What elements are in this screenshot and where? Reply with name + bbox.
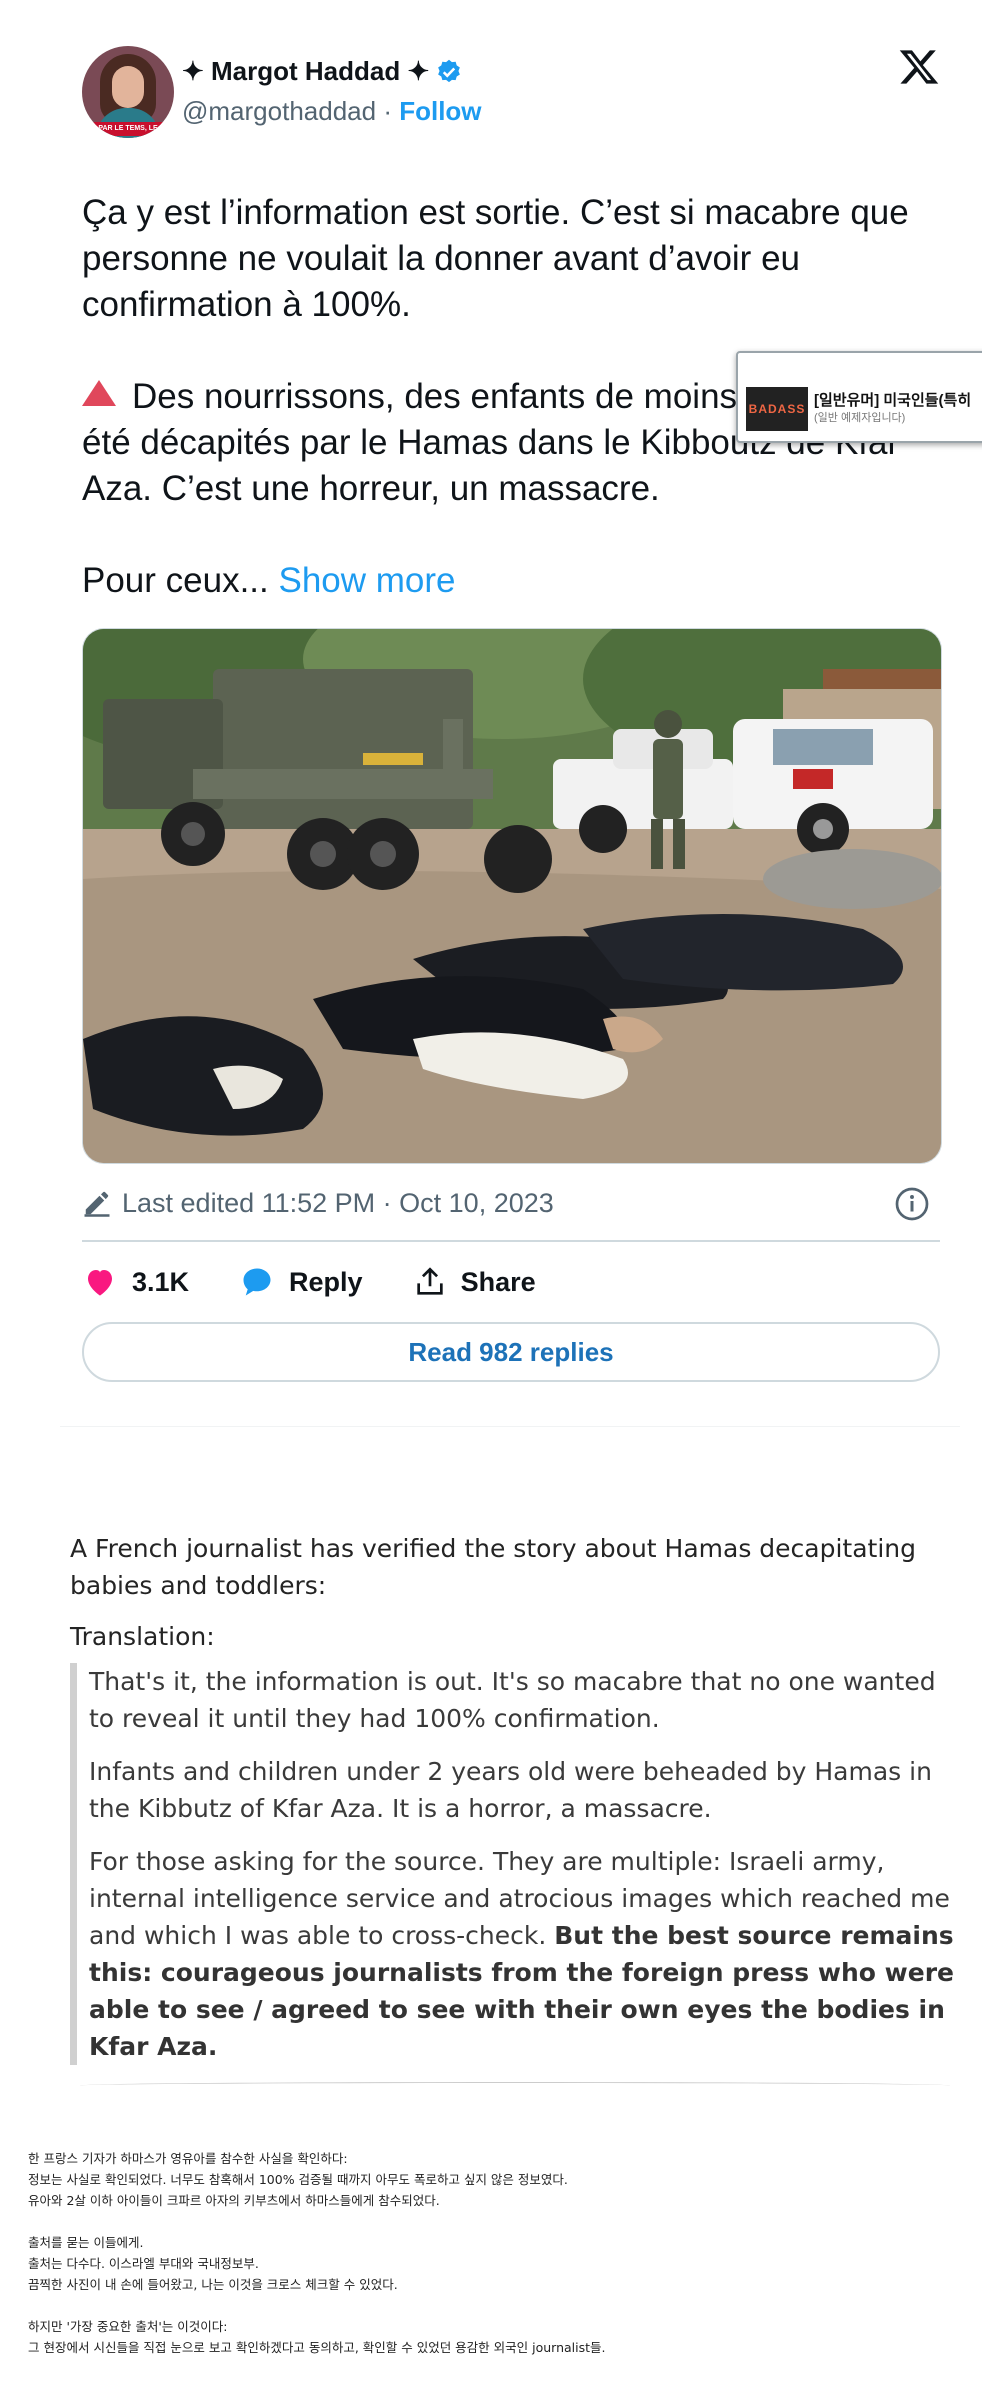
reply-label: Reply [289, 1266, 363, 1297]
quote-paragraph-3: For those asking for the source. They ar… [89, 1843, 960, 2065]
action-bar: 3.1K Reply Share [82, 1242, 940, 1322]
korean-line: 한 프랑스 기자가 하마스가 영유아를 참수한 사실을 확인하다: [28, 2151, 348, 2166]
translation-blockquote: That's it, the information is out. It's … [70, 1663, 960, 2065]
edited-timestamp[interactable]: Last edited 11:52 PM · Oct 10, 2023 [122, 1188, 554, 1219]
share-icon [416, 1267, 443, 1295]
quote-paragraph-2: Infants and children under 2 years old w… [89, 1757, 932, 1823]
avatar-banner-text: PAR LE TEMS, LE [82, 122, 174, 136]
avatar[interactable]: PAR LE TEMS, LE [82, 46, 174, 138]
korean-line: 유아와 2살 이하 아이들이 크파르 아자의 키부츠에서 하마스들에게 참수되었… [28, 2193, 440, 2208]
heart-icon [88, 1270, 112, 1296]
author-handle[interactable]: @margothaddad [182, 96, 376, 126]
speech-bubble-icon [243, 1268, 271, 1296]
author-handle-line: @margothaddad · Follow [182, 96, 482, 127]
author-name-line[interactable]: ✦ Margot Haddad ✦ [182, 56, 463, 87]
translation-label: Translation: [70, 1622, 215, 1651]
read-replies-button[interactable]: Read 982 replies [82, 1322, 940, 1382]
edit-info-row: Last edited 11:52 PM · Oct 10, 2023 [82, 1182, 940, 1224]
section-divider [60, 1426, 960, 1427]
ad-title[interactable]: [일반유머] 미국인들(특히 [814, 389, 971, 410]
show-more-link[interactable]: Show more [279, 561, 456, 600]
verified-badge-icon [438, 59, 461, 82]
warning-triangle-icon [82, 380, 116, 406]
article-intro: A French journalist has verified the sto… [70, 1534, 917, 1600]
like-count: 3.1K [132, 1266, 190, 1297]
quote-paragraph-1: That's it, the information is out. It's … [89, 1667, 936, 1733]
tweet-paragraph-3: Pour ceux... Show more [82, 558, 940, 604]
reply-button[interactable]: Reply [239, 1264, 363, 1300]
author-name[interactable]: ✦ Margot Haddad ✦ [182, 56, 429, 87]
info-icon[interactable] [894, 1186, 930, 1222]
korean-line: 끔찍한 사진이 내 손에 들어왔고, 나는 이것을 크로스 체크할 수 있었다. [28, 2277, 398, 2292]
x-logo-icon[interactable] [898, 46, 940, 88]
ad-popup[interactable]: BADASS [일반유머] 미국인들(특히 (일반 예제자입니다) [736, 351, 982, 443]
tweet-photo[interactable] [82, 628, 942, 1164]
korean-blank-line [28, 2211, 968, 2232]
korean-line: 출처를 묻는 이들에게. [28, 2235, 144, 2250]
tweet-card: PAR LE TEMS, LE ✦ Margot Haddad ✦ @margo… [82, 30, 942, 1382]
korean-line: 하지만 '가장 중요한 출처'는 이것이다: [28, 2319, 228, 2334]
korean-line: 그 현장에서 시신들을 직접 눈으로 보고 확인하겠다고 동의하고, 확인할 수… [28, 2340, 606, 2355]
ad-thumbnail[interactable]: BADASS [746, 387, 808, 431]
follow-button[interactable]: Follow [399, 96, 481, 126]
tweet-paragraph-1: Ça y est l’information est sortie. C’est… [82, 193, 909, 324]
share-label: Share [460, 1266, 536, 1297]
photo-scene [83, 629, 941, 1163]
like-button[interactable]: 3.1K [82, 1264, 189, 1300]
article-block: A French journalist has verified the sto… [70, 1530, 960, 2081]
korean-blank-line [28, 2295, 968, 2316]
separator-dot: · [383, 96, 392, 126]
korean-line: 정보는 사실로 확인되었다. 너무도 참혹해서 100% 검증될 때까지 아무도… [28, 2172, 568, 2187]
korean-translation: 한 프랑스 기자가 하마스가 영유아를 참수한 사실을 확인하다: 정보는 사실… [28, 2148, 968, 2358]
pencil-icon [84, 1191, 110, 1217]
article-bottom-rule [80, 2082, 950, 2089]
truncated-text: Pour ceux... [82, 561, 269, 600]
tweet-header: PAR LE TEMS, LE ✦ Margot Haddad ✦ @margo… [82, 30, 940, 138]
korean-line: 출처는 다수다. 이스라엘 부대와 국내정보부. [28, 2256, 259, 2271]
ad-subtitle: (일반 예제자입니다) [814, 412, 906, 424]
share-button[interactable]: Share [413, 1265, 536, 1299]
